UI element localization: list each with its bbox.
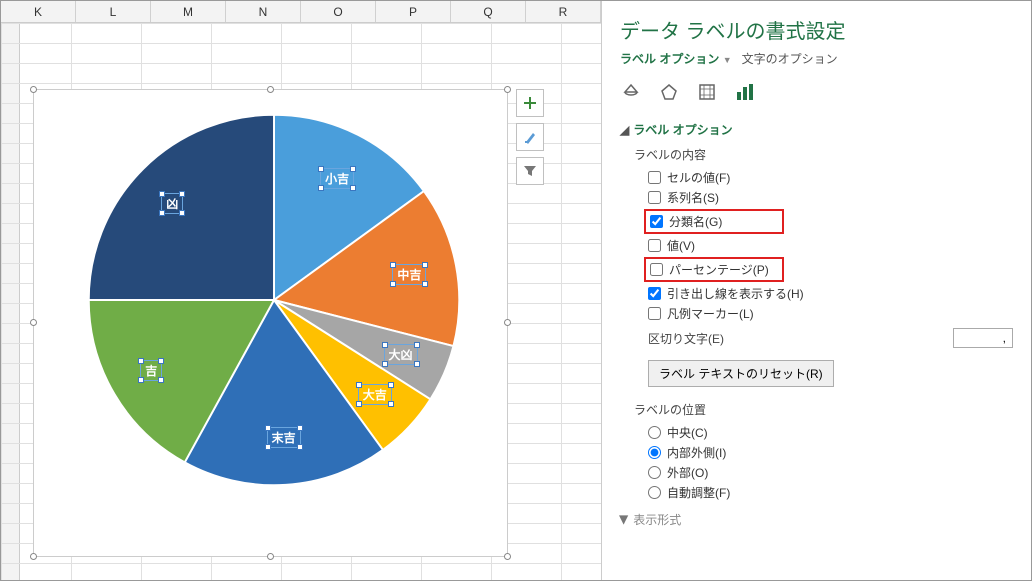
separator-input[interactable]	[953, 328, 1013, 348]
pos-center[interactable]: 中央(C)	[648, 424, 1013, 441]
chart-options-icon[interactable]	[734, 81, 756, 103]
tab-label-options[interactable]: ラベル オプション	[620, 52, 719, 66]
opt-category-name[interactable]: 分類名(G)	[650, 213, 778, 230]
format-pane: データ ラベルの書式設定 ラベル オプション ▼ 文字のオプション ◢ラベル オ…	[601, 1, 1031, 580]
opt-leader-lines[interactable]: 引き出し線を表示する(H)	[648, 285, 1013, 302]
chart-object[interactable]: 小吉中吉大凶大吉末吉 吉 凶	[33, 89, 508, 557]
section-number-format[interactable]: ▶表示形式	[620, 511, 1013, 528]
chart-elements-button[interactable]	[516, 89, 544, 117]
opt-legend-marker[interactable]: 凡例マーカー(L)	[648, 305, 1013, 322]
opt-percentage[interactable]: パーセンテージ(P)	[650, 261, 778, 278]
col-header[interactable]: L	[76, 1, 151, 22]
pos-outside[interactable]: 外部(O)	[648, 464, 1013, 481]
pane-title: データ ラベルの書式設定	[620, 15, 1013, 44]
data-label[interactable]: 凶	[161, 193, 183, 214]
col-header[interactable]: P	[376, 1, 451, 22]
label-position-header: ラベルの位置	[634, 401, 1013, 418]
chart-styles-button[interactable]	[516, 123, 544, 151]
chart-filter-button[interactable]	[516, 157, 544, 185]
col-header[interactable]: Q	[451, 1, 526, 22]
separator-label: 区切り文字(E)	[648, 330, 724, 347]
data-label[interactable]: 吉	[140, 360, 162, 381]
col-header[interactable]: O	[301, 1, 376, 22]
opt-value[interactable]: 値(V)	[648, 237, 1013, 254]
opt-cell-value[interactable]: セルの値(F)	[648, 169, 1013, 186]
label-contents-header: ラベルの内容	[634, 146, 1013, 163]
data-label[interactable]: 大凶	[384, 344, 418, 365]
col-header[interactable]: K	[1, 1, 76, 22]
tab-text-options[interactable]: 文字のオプション	[742, 52, 838, 66]
col-header[interactable]: N	[226, 1, 301, 22]
effects-icon[interactable]	[658, 81, 680, 103]
col-header[interactable]: R	[526, 1, 601, 22]
data-label[interactable]: 小吉	[320, 168, 354, 189]
pos-bestfit[interactable]: 自動調整(F)	[648, 484, 1013, 501]
section-label-options[interactable]: ◢ラベル オプション	[620, 121, 1013, 138]
data-label[interactable]: 大吉	[358, 384, 392, 405]
opt-series-name[interactable]: 系列名(S)	[648, 189, 1013, 206]
fill-icon[interactable]	[620, 81, 642, 103]
col-header[interactable]: M	[151, 1, 226, 22]
reset-label-text-button[interactable]: ラベル テキストのリセット(R)	[648, 360, 834, 387]
data-label[interactable]: 中吉	[392, 264, 426, 285]
pos-inside-end[interactable]: 内部外側(I)	[648, 444, 1013, 461]
data-label[interactable]: 末吉	[267, 427, 301, 448]
size-icon[interactable]	[696, 81, 718, 103]
